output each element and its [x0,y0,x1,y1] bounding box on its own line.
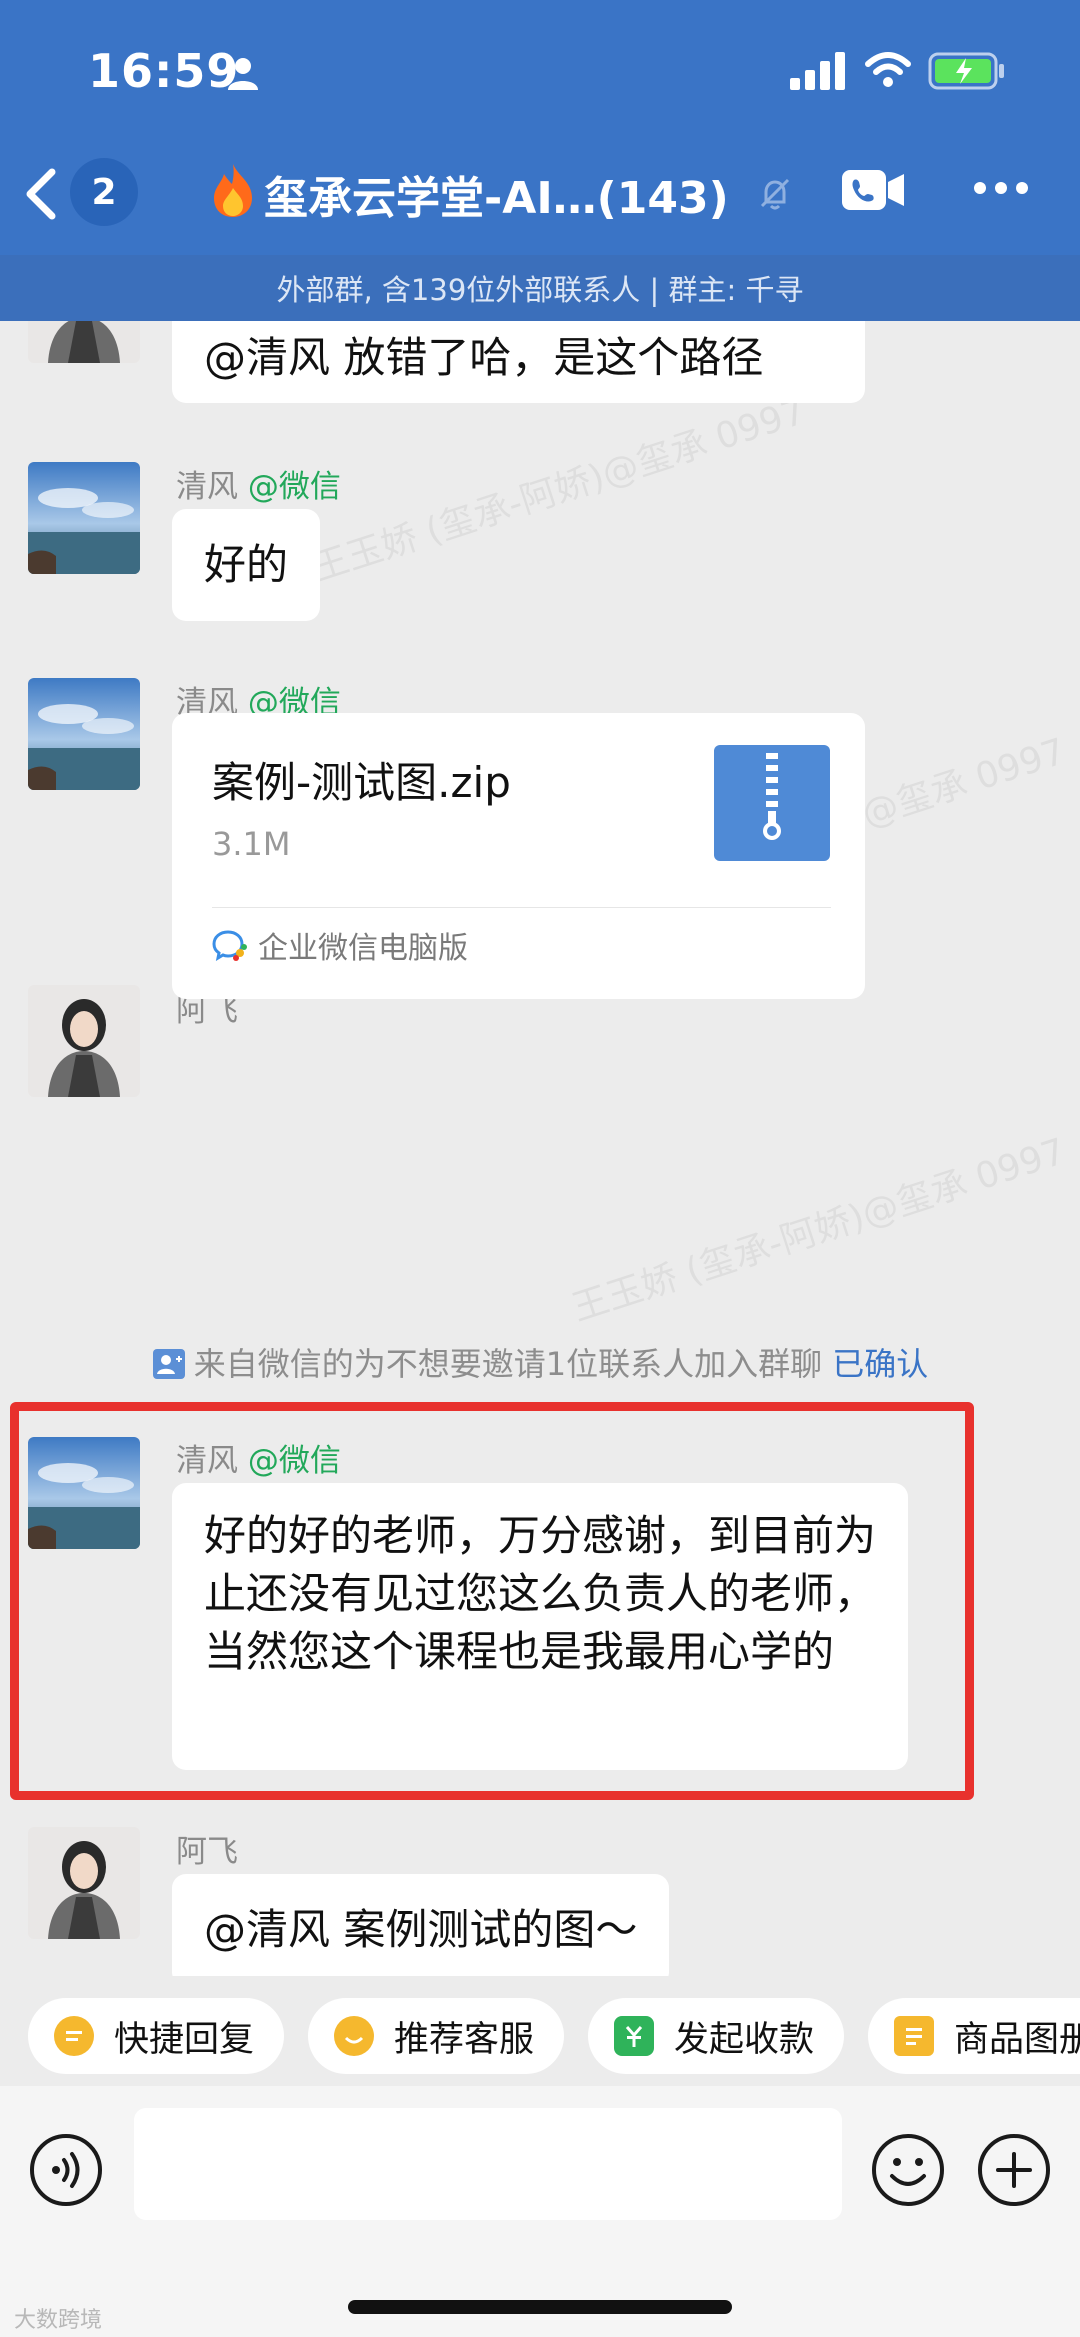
message-bubble[interactable]: @清风 案例测试的图～ [172,1874,670,1976]
message-text: @清风 放错了哈，是这个路径 [204,333,764,382]
message-bubble[interactable]: 好的 [172,509,321,621]
file-size: 3.1M [212,825,291,863]
confirmed-link[interactable]: 已确认 [832,1345,928,1383]
status-time: 16:59 [88,44,240,98]
file-message-card[interactable]: 案例-测试图.zip 3.1M 企业微信电脑版 [172,713,865,999]
video-call-icon[interactable] [840,168,906,212]
avatar-qingfeng[interactable] [28,462,140,574]
back-icon[interactable] [22,166,62,222]
product-catalog-button[interactable]: 商品图册 [868,1998,1080,2074]
sender-name: 阿飞 [176,1834,238,1870]
avatar-qingfeng[interactable] [28,1437,140,1549]
message-bubble[interactable]: @清风 放错了哈，是这个路径 [172,321,865,403]
wecom-icon [212,930,247,961]
message-bubble[interactable]: 好的好的老师，万分感谢，到目前为止还没有见过您这么负责人的老师，当然您这个课程也… [172,1483,908,1770]
group-info-bar[interactable]: 外部群, 含139位外部联系人 | 群主: 千寻 [0,255,1080,321]
battery-icon [928,52,1004,90]
more-icon[interactable] [972,180,1030,196]
home-indicator[interactable] [348,2300,732,2314]
file-divider [212,907,831,908]
unread-badge[interactable]: 2 [70,158,138,226]
quick-reply-button[interactable]: 快捷回复 [28,1998,285,2074]
message-input[interactable] [134,2108,842,2220]
catalog-icon [894,2016,934,2056]
chat-area[interactable]: 王玉娇 (玺承-阿娇)@玺承 0997 王玉娇 (玺承-阿娇)@玺承 0997 … [0,321,1080,1976]
system-notice: 来自微信的为不想要邀请1位联系人加入群聊 已确认 [0,1339,1080,1385]
plus-icon[interactable] [976,2132,1052,2208]
watermark: 王玉娇 (玺承-阿娇)@玺承 0997 [567,1131,1071,1330]
fire-icon [214,164,252,217]
input-bar: 大数跨境 [0,2086,1080,2337]
header: 16:59 2 玺承云学堂-AI…(143) [0,0,1080,255]
chat-title[interactable]: 玺承云学堂-AI…(143) [264,162,744,226]
file-name: 案例-测试图.zip [212,758,511,807]
collect-payment-button[interactable]: 发起收款 [588,1998,845,2074]
add-contact-icon [152,1349,185,1379]
person-icon [228,58,258,90]
message-text: 好的好的老师，万分感谢，到目前为止还没有见过您这么负责人的老师，当然您这个课程也… [204,1511,877,1676]
recommend-service-button[interactable]: 推荐客服 [308,1998,565,2074]
system-notice-text: 来自微信的为不想要邀请1位联系人加入群聊 [193,1345,823,1383]
mute-icon [760,178,790,210]
avatar-afei[interactable] [28,985,140,1097]
file-source: 企业微信电脑版 [258,931,468,966]
sender-name: 清风 @微信 [176,469,341,505]
payment-icon [614,2016,654,2056]
avatar-afei[interactable] [28,321,140,363]
message-text: 好的 [204,540,289,589]
quick-reply-icon [54,2016,94,2056]
sender-name: 清风 @微信 [176,1443,341,1479]
voice-icon[interactable] [28,2132,104,2208]
avatar-afei[interactable] [28,1827,140,1939]
service-icon [334,2016,374,2056]
avatar-qingfeng[interactable] [28,678,140,790]
message-text: @清风 案例测试的图～ [204,1905,638,1954]
wifi-icon [865,52,911,87]
watermark: 王玉娇 (玺承-阿娇)@玺承 0997 [307,391,811,590]
quick-action-bar: 快捷回复 推荐客服 发起收款 商品图册 [0,1976,1080,2086]
emoji-icon[interactable] [870,2132,946,2208]
zip-file-icon [714,745,830,861]
corner-watermark: 大数跨境 [14,2308,103,2333]
signal-icon [790,52,845,90]
